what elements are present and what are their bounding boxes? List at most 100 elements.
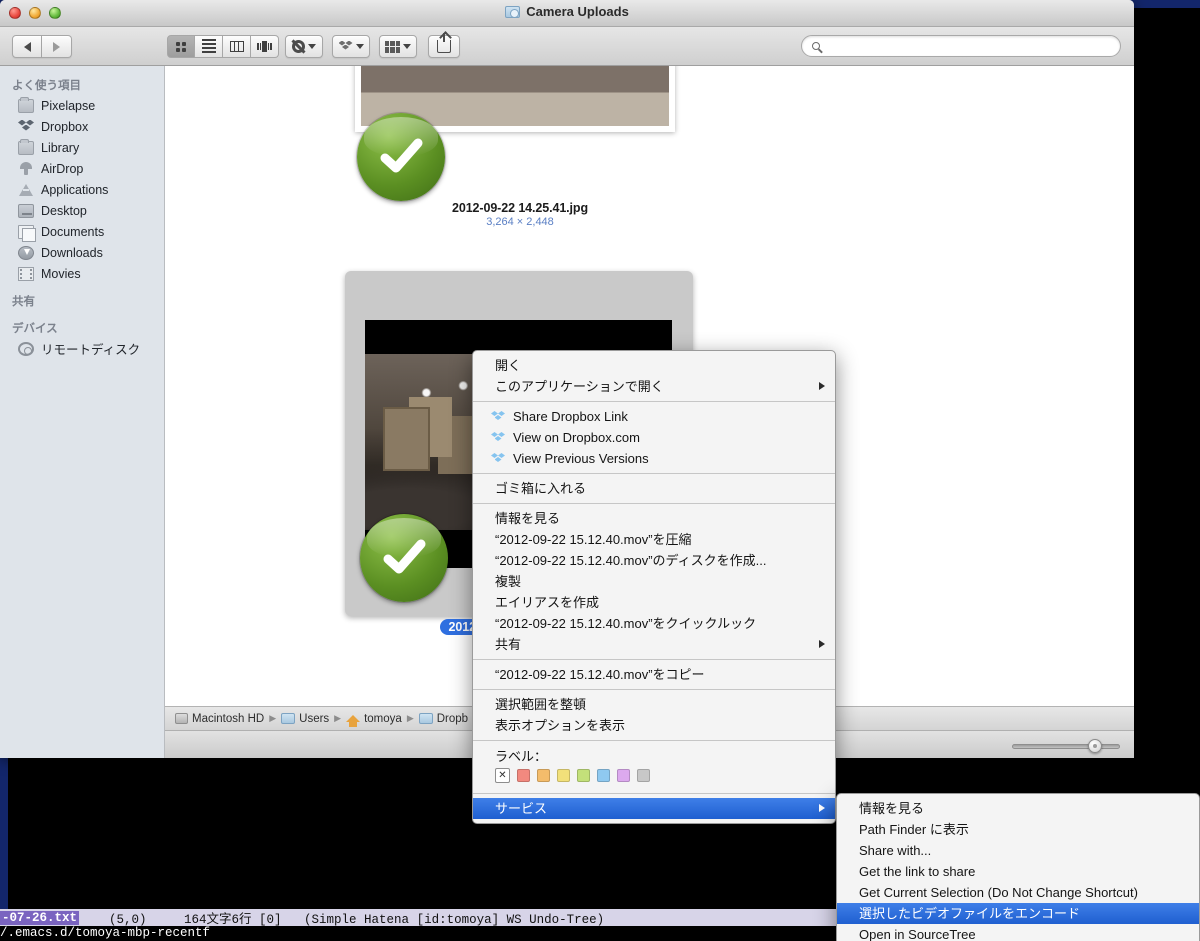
breadcrumb-item-tomoya[interactable]: tomoya — [346, 713, 402, 727]
breadcrumb-item-macintosh-hd[interactable]: Macintosh HD — [175, 713, 264, 725]
menu-item-burn-disk[interactable]: “2012-09-22 15.12.40.mov”のディスクを作成... — [473, 550, 835, 571]
sidebar-item-desktop[interactable]: Desktop — [0, 200, 164, 221]
remote-disk-icon — [18, 341, 34, 356]
label-color-green[interactable] — [577, 769, 590, 782]
menu-item-share[interactable]: 共有 — [473, 634, 835, 655]
menu-item-make-alias[interactable]: エイリアスを作成 — [473, 592, 835, 613]
submenu-item-get-current-selection[interactable]: Get Current Selection (Do Not Change Sho… — [837, 882, 1199, 903]
label-color-red[interactable] — [517, 769, 530, 782]
cover-flow-view-button[interactable] — [251, 35, 279, 58]
menu-item-share-dropbox-link[interactable]: Share Dropbox Link — [473, 406, 835, 427]
menu-item-label: ゴミ箱に入れる — [495, 481, 587, 496]
menu-item-show-view-options[interactable]: 表示オプションを表示 — [473, 715, 835, 736]
search-field[interactable] — [801, 35, 1121, 57]
menu-item-open-with[interactable]: このアプリケーションで開く — [473, 376, 835, 397]
submenu-item-share-with[interactable]: Share with... — [837, 840, 1199, 861]
menu-item-view-on-dropbox[interactable]: View on Dropbox.com — [473, 427, 835, 448]
menu-separator — [473, 659, 835, 660]
menu-item-label: “2012-09-22 15.12.40.mov”のディスクを作成... — [495, 553, 767, 568]
emacs-modeline-filename: -07-26.txt — [0, 910, 80, 925]
breadcrumb-item-dropbox[interactable]: Dropb — [418, 713, 468, 725]
sidebar-item-dropbox[interactable]: Dropbox — [0, 116, 164, 137]
sidebar-section-devices-header: デバイス — [12, 323, 58, 335]
label-none-button[interactable]: ✕ — [495, 768, 510, 783]
sidebar-item-library[interactable]: Library — [0, 137, 164, 158]
menu-item-label: 開く — [495, 358, 522, 373]
share-icon — [437, 33, 451, 53]
menu-item-view-previous-versions[interactable]: View Previous Versions — [473, 448, 835, 469]
label-color-blue[interactable] — [597, 769, 610, 782]
breadcrumb-item-users[interactable]: Users — [281, 713, 329, 725]
emacs-modeline-status: (5,0) 164文字6行 [0] (Simple Hatena [id:tom… — [79, 913, 605, 927]
label-color-swatches[interactable]: ✕ — [473, 765, 835, 789]
icon-size-slider[interactable] — [1012, 739, 1120, 753]
label-color-yellow[interactable] — [557, 769, 570, 782]
airdrop-icon — [18, 161, 34, 176]
chevron-down-icon — [403, 44, 411, 49]
sidebar-item-movies[interactable]: Movies — [0, 263, 164, 284]
menu-item-label: Open in SourceTree — [859, 927, 976, 941]
menu-item-label: 情報を見る — [859, 801, 925, 816]
sidebar-item-remote-disk[interactable]: リモートディスク — [0, 338, 164, 359]
menu-separator — [473, 401, 835, 402]
menu-item-open[interactable]: 開く — [473, 355, 835, 376]
slider-knob[interactable] — [1088, 739, 1102, 753]
submenu-arrow-icon — [819, 804, 825, 812]
menu-item-compress[interactable]: “2012-09-22 15.12.40.mov”を圧縮 — [473, 529, 835, 550]
sidebar-item-downloads[interactable]: Downloads — [0, 242, 164, 263]
menu-item-copy[interactable]: “2012-09-22 15.12.40.mov”をコピー — [473, 664, 835, 685]
navigation-buttons[interactable] — [12, 35, 72, 58]
menu-item-label: Path Finder に表示 — [859, 822, 969, 837]
submenu-item-encode-video[interactable]: 選択したビデオファイルをエンコード — [837, 903, 1199, 924]
sidebar-item-label: Library — [41, 140, 80, 155]
dropbox-synced-check-icon — [360, 514, 448, 602]
sidebar-item-airdrop[interactable]: AirDrop — [0, 158, 164, 179]
menu-item-label: “2012-09-22 15.12.40.mov”を圧縮 — [495, 532, 692, 547]
window-titlebar[interactable]: Camera Uploads — [0, 0, 1134, 27]
share-button[interactable] — [428, 33, 460, 58]
sidebar-item-documents[interactable]: Documents — [0, 221, 164, 242]
menu-item-label: Share Dropbox Link — [513, 409, 628, 424]
menu-item-move-to-trash[interactable]: ゴミ箱に入れる — [473, 478, 835, 499]
arrange-button[interactable] — [379, 35, 417, 58]
label-color-purple[interactable] — [617, 769, 630, 782]
dropbox-button[interactable] — [332, 35, 370, 58]
menu-item-clean-up-selection[interactable]: 選択範囲を整頓 — [473, 694, 835, 715]
menu-separator — [473, 689, 835, 690]
arrange-icon — [385, 40, 400, 53]
forward-button[interactable] — [42, 35, 72, 58]
submenu-item-get-info[interactable]: 情報を見る — [837, 798, 1199, 819]
column-view-button[interactable] — [223, 35, 251, 58]
dropbox-icon — [338, 40, 353, 53]
menu-item-get-info[interactable]: 情報を見る — [473, 508, 835, 529]
label-color-orange[interactable] — [537, 769, 550, 782]
view-mode-buttons[interactable] — [167, 35, 279, 58]
back-button[interactable] — [12, 35, 42, 58]
sidebar-section-favorites-header: よく使う項目 — [12, 80, 81, 92]
action-gear-button[interactable] — [285, 35, 323, 58]
label-color-gray[interactable] — [637, 769, 650, 782]
chevron-down-icon — [308, 44, 316, 49]
sidebar-item-pixelapse[interactable]: Pixelapse — [0, 95, 164, 116]
menu-item-label: View on Dropbox.com — [513, 430, 640, 445]
context-menu[interactable]: 開く このアプリケーションで開く Share Dropbox Link View… — [472, 350, 836, 824]
sidebar-item-applications[interactable]: Applications — [0, 179, 164, 200]
sidebar-item-label: Pixelapse — [41, 98, 96, 113]
icon-view-button[interactable] — [167, 35, 195, 58]
submenu-item-open-in-sourcetree[interactable]: Open in SourceTree — [837, 924, 1199, 941]
screen: Camera Uploads よく使う項目 Pixelapse Dropbox … — [0, 0, 1200, 941]
menu-item-services[interactable]: サービス — [473, 798, 835, 819]
sidebar-item-label: Applications — [41, 182, 109, 197]
search-icon — [812, 42, 820, 50]
finder-toolbar — [0, 27, 1134, 66]
menu-item-duplicate[interactable]: 複製 — [473, 571, 835, 592]
window-title-text: Camera Uploads — [526, 4, 629, 19]
search-input[interactable] — [826, 39, 1110, 53]
list-view-button[interactable] — [195, 35, 223, 58]
submenu-item-get-link-to-share[interactable]: Get the link to share — [837, 861, 1199, 882]
services-submenu[interactable]: 情報を見る Path Finder に表示 Share with... Get … — [836, 793, 1200, 941]
menu-item-label: このアプリケーションで開く — [495, 379, 664, 394]
menu-item-quick-look[interactable]: “2012-09-22 15.12.40.mov”をクイックルック — [473, 613, 835, 634]
submenu-item-reveal-in-path-finder[interactable]: Path Finder に表示 — [837, 819, 1199, 840]
folder-icon — [281, 713, 296, 724]
